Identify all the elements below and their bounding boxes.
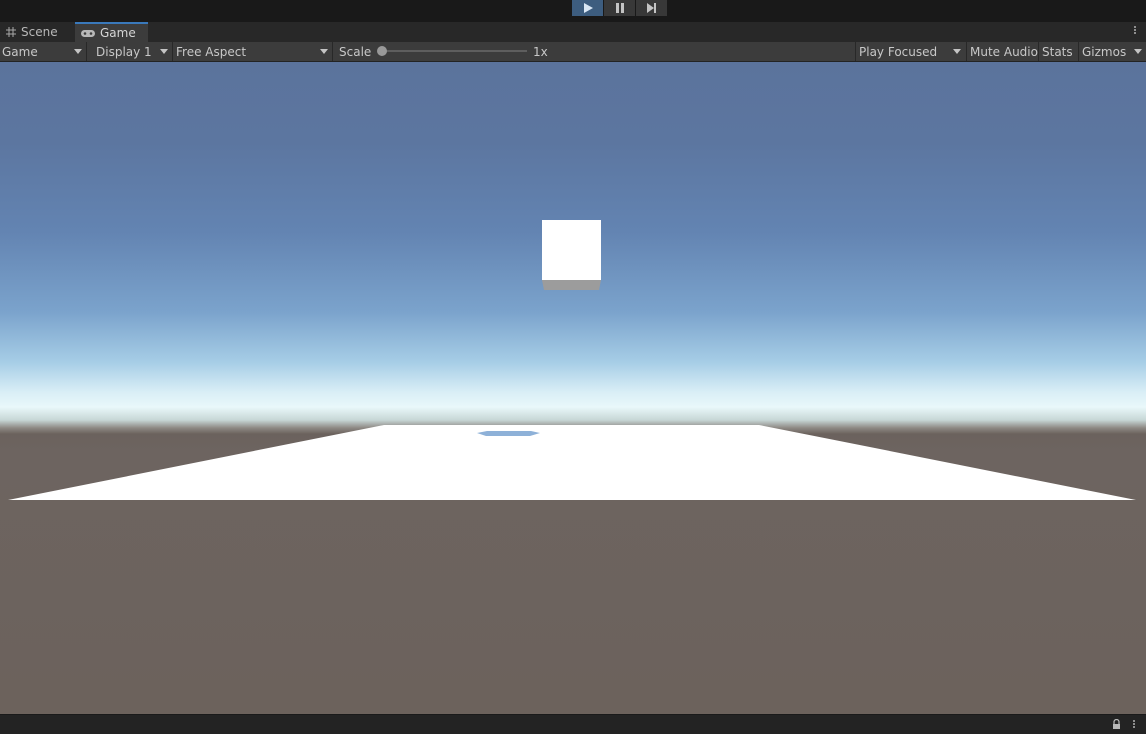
chevron-down-icon [953,49,961,54]
divider [332,42,333,61]
scale-label-text: Scale [339,44,372,59]
pause-icon [615,3,624,13]
chevron-down-icon [160,49,168,54]
stats-button[interactable]: Stats [1040,42,1078,61]
view-select-value: Game [2,44,38,59]
scale-value: 1x [531,42,555,61]
step-button[interactable] [636,0,667,16]
play-button[interactable] [572,0,603,16]
aspect-select-value: Free Aspect [176,44,247,59]
pause-button[interactable] [604,0,635,16]
scale-slider-track[interactable] [382,50,527,52]
divider [172,42,173,61]
scale-slider-handle[interactable] [377,46,387,56]
step-icon [646,3,656,13]
game-toolbar: Game Display 1 Free Aspect Scale 1x Play… [0,42,1146,62]
tab-scene-label: Scene [21,25,58,39]
gizmos-label: Gizmos [1082,44,1127,59]
game-viewport[interactable] [0,62,1146,714]
kebab-menu-icon[interactable] [1133,719,1135,729]
mute-audio-button[interactable]: Mute Audio [968,42,1038,61]
divider [1038,42,1039,61]
divider [86,42,87,61]
gamepad-icon [81,29,95,38]
view-select[interactable]: Game [0,42,86,61]
tab-scene[interactable]: Scene [0,22,75,42]
tab-game[interactable]: Game [75,22,148,42]
cube [542,220,601,290]
gizmos-select[interactable]: Gizmos [1080,42,1146,61]
ground-plane [8,425,1136,500]
scale-value-text: 1x [533,44,548,59]
display-select[interactable]: Display 1 [94,42,172,61]
aspect-select[interactable]: Free Aspect [174,42,332,61]
grid-icon [6,27,16,37]
tab-menu-button[interactable] [1134,25,1138,39]
status-bar [0,714,1146,734]
tab-game-label: Game [100,26,136,40]
play-icon [583,3,593,13]
divider [855,42,856,61]
chevron-down-icon [1134,49,1142,54]
cube-shadow [477,431,540,436]
chevron-down-icon [74,49,82,54]
game-scene [8,220,1136,500]
lock-icon[interactable] [1112,718,1121,733]
play-mode-select[interactable]: Play Focused [857,42,965,61]
scale-label: Scale [337,42,377,61]
window-tab-bar: Scene Game [0,22,1146,42]
play-mode-bar [0,0,1146,22]
display-select-value: Display 1 [96,44,152,59]
chevron-down-icon [320,49,328,54]
divider [1078,42,1079,61]
stats-label: Stats [1042,44,1073,59]
mute-audio-label: Mute Audio [970,44,1038,59]
divider [966,42,967,61]
play-mode-select-value: Play Focused [859,44,938,59]
